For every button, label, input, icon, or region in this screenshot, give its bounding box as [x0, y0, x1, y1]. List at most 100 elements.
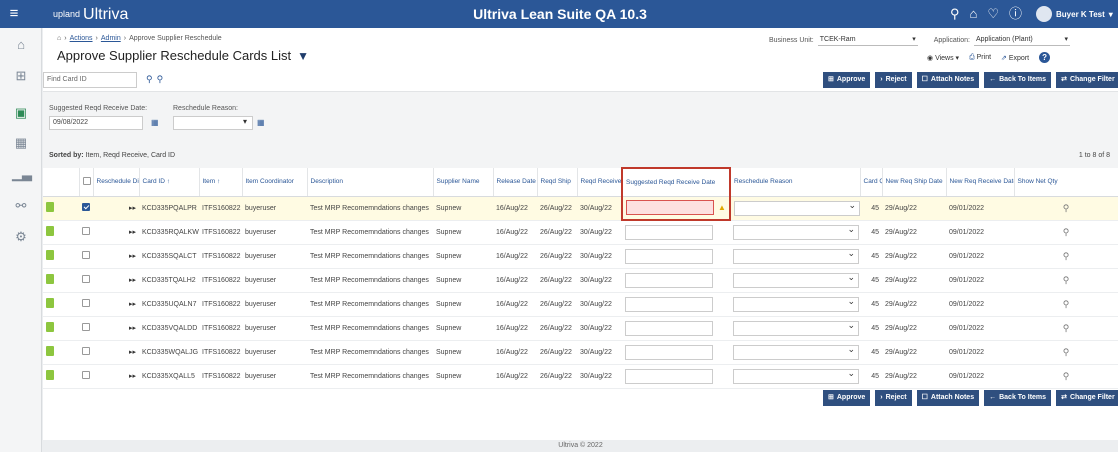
suggested-date-field[interactable]: [625, 368, 713, 384]
suggested-date-field[interactable]: [625, 320, 713, 336]
row-checkbox[interactable]: [82, 251, 90, 259]
select-cell[interactable]: [79, 340, 93, 365]
magnifier-icon[interactable]: ⚲: [1063, 203, 1070, 213]
change-filter-button-bottom[interactable]: ⇄ Change Filter: [1056, 390, 1118, 406]
reject-button[interactable]: › Reject: [875, 72, 912, 88]
table-row[interactable]: ▸▸ KCD335UQALN7 ITFS160822 buyeruser Test MR…: [43, 292, 1118, 317]
select-cell[interactable]: [79, 316, 93, 341]
card-id-cell[interactable]: KCD335WQALJG: [139, 340, 199, 365]
views-dropdown[interactable]: ◉ Views ▾: [927, 54, 959, 62]
net-qty-cell[interactable]: ⚲: [1014, 340, 1118, 365]
app-logo[interactable]: upland Ultriva: [53, 6, 128, 23]
col-coordinator[interactable]: Item Coordinator: [242, 168, 308, 197]
reschedule-reason-dropdown[interactable]: [733, 368, 859, 384]
suggested-date-field[interactable]: [625, 248, 713, 264]
doc-cell[interactable]: [43, 220, 79, 245]
document-icon[interactable]: [46, 370, 54, 380]
module-icon[interactable]: ⊞: [12, 68, 30, 84]
find-card-input[interactable]: Find Card ID: [43, 72, 137, 88]
select-cell[interactable]: [79, 196, 93, 221]
col-reason[interactable]: Reschedule Reason: [730, 168, 861, 197]
reason-cell[interactable]: [730, 268, 860, 293]
document-icon[interactable]: [46, 226, 54, 236]
row-checkbox[interactable]: [82, 299, 90, 307]
suggested-date-cell[interactable]: [622, 220, 730, 245]
business-unit-select[interactable]: TCEK-Ram ▾: [817, 34, 918, 46]
reschedule-reason-dropdown[interactable]: [733, 296, 859, 312]
change-filter-button[interactable]: ⇄ Change Filter: [1056, 72, 1118, 88]
find-icon[interactable]: ⚲: [146, 74, 153, 85]
calendar-icon[interactable]: ▦: [151, 118, 159, 127]
home-icon[interactable]: ⌂: [12, 37, 30, 53]
col-item[interactable]: Item ↑: [199, 168, 243, 197]
table-row[interactable]: ▸▸ KCD335XQALL5 ITFS160822 buyeruser Test MR…: [43, 364, 1118, 389]
col-card-id[interactable]: Card ID ↑: [139, 168, 200, 197]
net-qty-cell[interactable]: ⚲: [1014, 220, 1118, 245]
find-next-icon[interactable]: ⚲: [157, 74, 164, 85]
card-id-cell[interactable]: KCD335SQALCT: [139, 244, 199, 269]
suggested-date-field[interactable]: [625, 296, 713, 312]
doc-cell[interactable]: [43, 244, 79, 269]
search-icon[interactable]: ⚲: [950, 6, 960, 22]
approve-button[interactable]: ⊞ Approve: [823, 72, 871, 88]
reason-cell[interactable]: [730, 364, 860, 389]
magnifier-icon[interactable]: ⚲: [1063, 227, 1070, 237]
magnifier-icon[interactable]: ⚲: [1063, 323, 1070, 333]
row-checkbox[interactable]: [82, 323, 90, 331]
home-icon[interactable]: ⌂: [970, 6, 978, 22]
doc-cell[interactable]: [43, 340, 79, 365]
document-icon[interactable]: [46, 274, 54, 284]
select-cell[interactable]: [79, 244, 93, 269]
col-supplier[interactable]: Supplier Name: [433, 168, 494, 197]
col-new-ship[interactable]: New Req Ship Date: [882, 168, 947, 197]
suggested-date-field[interactable]: [625, 344, 713, 360]
col-release-date[interactable]: Release Date: [493, 168, 538, 197]
col-net-qty[interactable]: Show Net Qty: [1014, 168, 1118, 197]
suggested-date-cell[interactable]: [622, 340, 730, 365]
card-id-cell[interactable]: KCD335TQALH2: [139, 268, 199, 293]
back-to-items-button-bottom[interactable]: ← Back To Items: [984, 390, 1052, 406]
magnifier-icon[interactable]: ⚲: [1063, 275, 1070, 285]
magnifier-icon[interactable]: ⚲: [1063, 251, 1070, 261]
magnifier-icon[interactable]: ⚲: [1063, 347, 1070, 357]
net-qty-cell[interactable]: ⚲: [1014, 292, 1118, 317]
table-row[interactable]: ▸▸ KCD335SQALCT ITFS160822 buyeruser Test MR…: [43, 244, 1118, 269]
row-checkbox[interactable]: [82, 275, 90, 283]
row-checkbox[interactable]: [82, 347, 90, 355]
doc-cell[interactable]: [43, 316, 79, 341]
help-button[interactable]: ?: [1039, 52, 1051, 63]
approve-button-bottom[interactable]: ⊞ Approve: [823, 390, 871, 406]
col-reqd-receive[interactable]: Reqd Receive: [577, 168, 623, 197]
settings-icon[interactable]: ⚙: [12, 229, 30, 245]
application-select[interactable]: Application (Plant) ▾: [973, 34, 1070, 46]
reason-cell[interactable]: [730, 220, 860, 245]
attach-notes-button-bottom[interactable]: ☐ Attach Notes: [916, 390, 980, 406]
document-icon[interactable]: [46, 202, 54, 212]
hamburger-icon[interactable]: ≡: [6, 5, 22, 23]
card-id-cell[interactable]: KCD335PQALPR: [139, 196, 199, 221]
reschedule-reason-dropdown[interactable]: [733, 320, 859, 336]
magnifier-icon[interactable]: ⚲: [1063, 299, 1070, 309]
reschedule-reason-dropdown[interactable]: [733, 248, 859, 264]
doc-cell[interactable]: [43, 268, 79, 293]
doc-cell[interactable]: [43, 196, 79, 221]
breadcrumb-actions[interactable]: Actions: [70, 35, 93, 42]
select-cell[interactable]: [79, 364, 93, 389]
table-row[interactable]: ▸▸ KCD335WQALJG ITFS160822 buyeruser Test MR…: [43, 340, 1118, 365]
reason-cell[interactable]: [730, 244, 860, 269]
reason-cell[interactable]: [730, 196, 860, 221]
filter-icon[interactable]: ▼: [297, 49, 309, 63]
card-id-cell[interactable]: KCD335XQALL5: [139, 364, 199, 389]
table-row[interactable]: ▸▸ KCD335RQALKW ITFS160822 buyeruser Test MR…: [43, 220, 1118, 245]
reason-cell[interactable]: [730, 316, 860, 341]
suggested-date-field[interactable]: [625, 272, 713, 288]
reschedule-reason-dropdown[interactable]: [733, 224, 859, 240]
reason-lookup-icon[interactable]: ▦: [257, 118, 265, 127]
breadcrumb-home-icon[interactable]: ⌂: [57, 35, 61, 42]
col-description[interactable]: Description: [307, 168, 434, 197]
link-icon[interactable]: ⚯: [12, 198, 30, 214]
doc-cell[interactable]: [43, 364, 79, 389]
reschedule-reason-dropdown[interactable]: [733, 272, 859, 288]
net-qty-cell[interactable]: ⚲: [1014, 316, 1118, 341]
suggested-date-cell[interactable]: [622, 268, 730, 293]
